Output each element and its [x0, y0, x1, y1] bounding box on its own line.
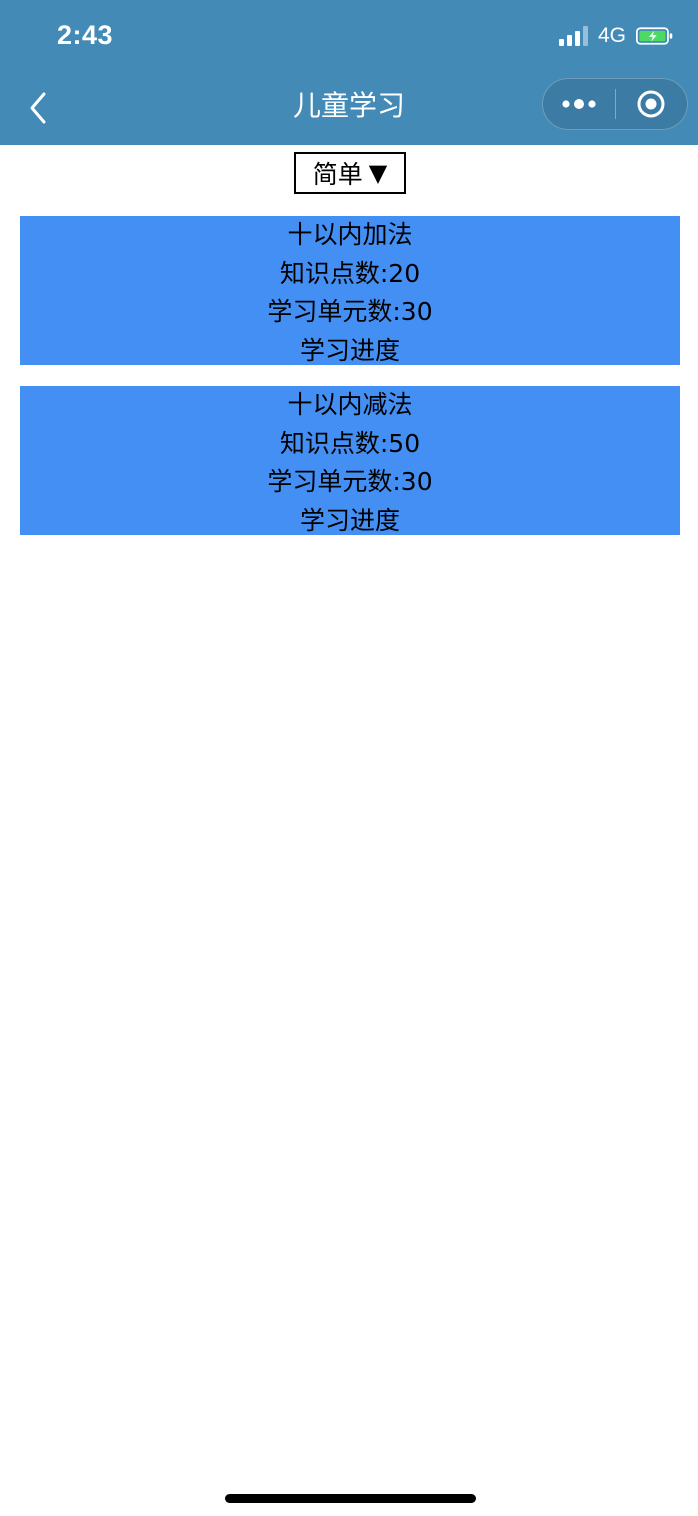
status-time: 2:43 [57, 20, 114, 50]
header: 2:43 4G 儿童学习 [0, 0, 698, 145]
network-label: 4G [597, 24, 626, 47]
screen: 2:43 4G 儿童学习 简单 ▼ 十以内加法 知识点数:20 学习单元数:30… [0, 0, 698, 1516]
course-knowledge-points: 知识点数:20 [279, 258, 421, 288]
course-units: 学习单元数:30 [267, 467, 433, 496]
close-button[interactable] [616, 79, 688, 129]
course-progress-label: 学习进度 [299, 335, 400, 365]
course-name: 十以内加法 [287, 220, 413, 249]
home-indicator[interactable] [225, 1494, 476, 1503]
difficulty-value: 简单 [312, 160, 363, 189]
course-name: 十以内减法 [287, 390, 413, 419]
mini-program-capsule [542, 78, 688, 130]
signal-icon [558, 26, 588, 46]
course-card[interactable]: 十以内加法 知识点数:20 学习单元数:30 学习进度 [20, 216, 680, 365]
course-units: 学习单元数:30 [267, 297, 433, 326]
course-progress-label: 学习进度 [299, 505, 400, 535]
status-indicators: 4G [558, 24, 674, 48]
difficulty-picker[interactable]: 简单 ▼ [294, 152, 406, 194]
target-close-icon [637, 90, 665, 118]
more-dots-icon [562, 99, 596, 109]
battery-charging-icon [636, 27, 673, 45]
course-knowledge-points: 知识点数:50 [279, 428, 421, 458]
course-card[interactable]: 十以内减法 知识点数:50 学习单元数:30 学习进度 [20, 386, 680, 535]
dropdown-arrow-icon: ▼ [368, 159, 388, 187]
more-button[interactable] [543, 79, 615, 129]
